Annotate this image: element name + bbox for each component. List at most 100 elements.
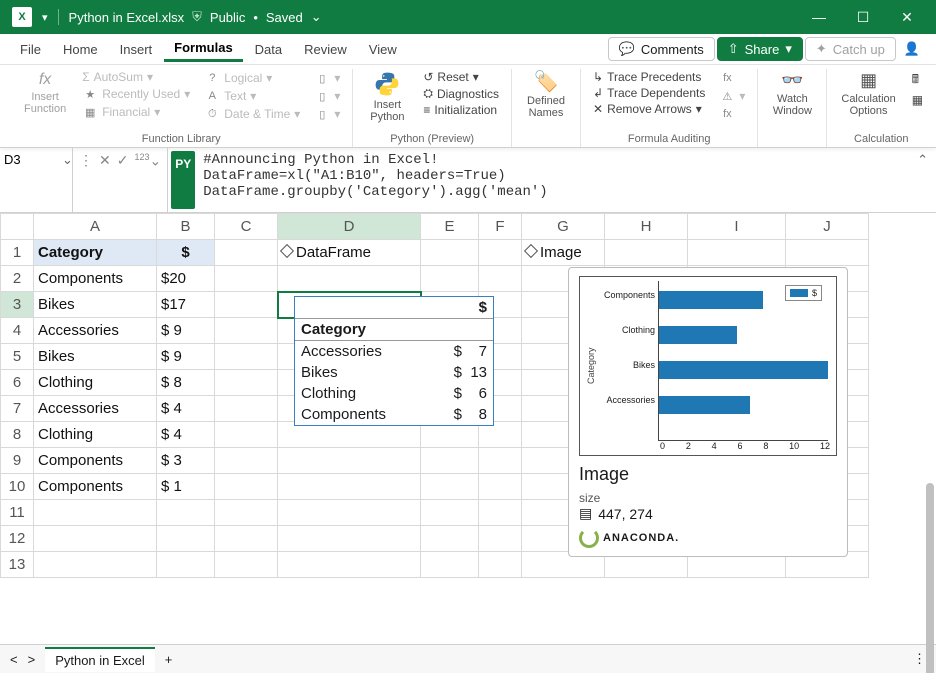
calc-sheet-button[interactable]: ▦ — [908, 92, 927, 108]
cell-d1[interactable]: DataFrame — [278, 240, 421, 266]
qat-save-menu[interactable]: ▾ — [42, 11, 48, 24]
tab-review[interactable]: Review — [294, 38, 357, 61]
col-header-c[interactable]: C — [215, 214, 278, 240]
cell[interactable]: Components — [34, 448, 157, 474]
tab-insert[interactable]: Insert — [110, 38, 163, 61]
cell[interactable]: $17 — [157, 292, 215, 318]
row-header[interactable]: 1 — [1, 240, 34, 266]
window-maximize[interactable]: ☐ — [846, 9, 880, 26]
trace-dependents-button[interactable]: ↲Trace Dependents — [589, 85, 709, 101]
col-header-i[interactable]: I — [688, 214, 786, 240]
convert-icon[interactable]: 123⌄ — [134, 152, 161, 170]
cell[interactable]: $20 — [157, 266, 215, 292]
cell[interactable]: Accessories — [34, 318, 157, 344]
cell[interactable]: Clothing — [34, 370, 157, 396]
row-header[interactable]: 8 — [1, 422, 34, 448]
cell-b1[interactable]: $ — [157, 240, 215, 266]
row-header[interactable]: 9 — [1, 448, 34, 474]
tab-view[interactable]: View — [359, 38, 407, 61]
image-card[interactable]: Category $ ComponentsClothingBikesAccess… — [568, 267, 848, 557]
row-header[interactable]: 13 — [1, 552, 34, 578]
catch-up-button[interactable]: ✦Catch up — [805, 37, 896, 61]
tab-data[interactable]: Data — [245, 38, 292, 61]
row-header[interactable]: 11 — [1, 500, 34, 526]
insert-function-button[interactable]: fxInsert Function — [18, 69, 72, 117]
defined-names-button[interactable]: 🏷️ Defined Names — [520, 69, 572, 121]
row-header[interactable]: 10 — [1, 474, 34, 500]
remove-arrows-button[interactable]: ✕Remove Arrows▾ — [589, 101, 709, 117]
col-header-h[interactable]: H — [605, 214, 688, 240]
financial-button[interactable]: ▦Financial▾ — [78, 103, 194, 121]
sheet-tab[interactable]: Python in Excel — [45, 647, 155, 672]
dataframe-card[interactable]: $ Category Accessories$ 7 Bikes$ 13 Clot… — [294, 296, 494, 426]
col-header-d[interactable]: D — [278, 214, 421, 240]
col-header-g[interactable]: G — [522, 214, 605, 240]
cell[interactable]: $ 3 — [157, 448, 215, 474]
add-sheet-icon[interactable]: + — [165, 652, 173, 667]
insert-python-button[interactable]: Insert Python — [361, 69, 413, 125]
expand-formula-icon[interactable]: ⌃ — [909, 148, 936, 172]
cell[interactable]: Bikes — [34, 292, 157, 318]
cell-a1[interactable]: Category — [34, 240, 157, 266]
math-button[interactable]: ▯▾ — [310, 87, 344, 105]
window-close[interactable]: ✕ — [890, 9, 924, 26]
recently-used-button[interactable]: ★Recently Used▾ — [78, 85, 194, 103]
trace-precedents-button[interactable]: ↳Trace Precedents — [589, 69, 709, 85]
cell[interactable]: $ 1 — [157, 474, 215, 500]
error-checking-button[interactable]: ⚠▾ — [715, 87, 749, 105]
col-header-j[interactable]: J — [786, 214, 869, 240]
initialization-button[interactable]: ≡Initialization — [419, 102, 503, 118]
cell[interactable]: Clothing — [34, 422, 157, 448]
sheet-prev-icon[interactable]: < — [10, 652, 18, 667]
chevron-down-icon[interactable]: ⌄ — [311, 9, 322, 25]
cell[interactable]: $ 9 — [157, 344, 215, 370]
row-header[interactable]: 12 — [1, 526, 34, 552]
vertical-scrollbar[interactable] — [920, 483, 936, 673]
diagnostics-button[interactable]: ⛭Diagnostics — [419, 85, 503, 102]
col-header-b[interactable]: B — [157, 214, 215, 240]
show-formulas-button[interactable]: fx — [715, 69, 749, 87]
cell[interactable]: Accessories — [34, 396, 157, 422]
sheet-next-icon[interactable]: > — [28, 652, 36, 667]
col-header-a[interactable]: A — [34, 214, 157, 240]
row-header[interactable]: 7 — [1, 396, 34, 422]
lookup-button[interactable]: ▯▾ — [310, 69, 344, 87]
select-all-corner[interactable] — [1, 214, 34, 240]
row-header[interactable]: 6 — [1, 370, 34, 396]
autosum-button[interactable]: ΣAutoSum▾ — [78, 69, 194, 85]
cell[interactable]: Components — [34, 266, 157, 292]
comments-button[interactable]: 💬Comments — [608, 37, 715, 61]
name-box[interactable]: ⌄ — [0, 148, 73, 212]
tab-file[interactable]: File — [10, 38, 51, 61]
date-time-button[interactable]: ⏱Date & Time▾ — [200, 105, 304, 123]
tab-formulas[interactable]: Formulas — [164, 36, 243, 62]
calc-now-button[interactable]: 🖩 — [908, 69, 927, 92]
cell[interactable]: $ 4 — [157, 422, 215, 448]
row-header[interactable]: 2 — [1, 266, 34, 292]
row-header[interactable]: 5 — [1, 344, 34, 370]
calculation-options-button[interactable]: ▦Calculation Options — [835, 69, 901, 119]
more-icon[interactable]: ⋮ — [79, 152, 93, 169]
cell[interactable]: Bikes — [34, 344, 157, 370]
evaluate-formula-button[interactable]: fx — [715, 105, 749, 123]
name-box-input[interactable] — [0, 148, 60, 171]
coauth-icon[interactable]: 👤 — [898, 37, 926, 61]
row-header[interactable]: 3 — [1, 292, 34, 318]
accept-icon[interactable]: ✓ — [117, 152, 129, 169]
logical-button[interactable]: ?Logical▾ — [200, 69, 304, 87]
cell-g1[interactable]: Image — [522, 240, 605, 266]
tab-home[interactable]: Home — [53, 38, 108, 61]
reset-button[interactable]: ↺Reset▾ — [419, 69, 503, 85]
row-header[interactable]: 4 — [1, 318, 34, 344]
col-header-e[interactable]: E — [421, 214, 479, 240]
more-fn-button[interactable]: ▯▾ — [310, 105, 344, 123]
cell[interactable]: $ 8 — [157, 370, 215, 396]
col-header-f[interactable]: F — [479, 214, 522, 240]
share-button[interactable]: ⇧Share▾ — [717, 37, 803, 61]
cell[interactable]: $ 4 — [157, 396, 215, 422]
text-button[interactable]: AText▾ — [200, 87, 304, 105]
watch-window-button[interactable]: 👓Watch Window — [766, 69, 818, 119]
cell[interactable]: $ 9 — [157, 318, 215, 344]
window-minimize[interactable]: — — [802, 9, 836, 25]
formula-input[interactable]: #Announcing Python in Excel! DataFrame=x… — [195, 148, 909, 212]
